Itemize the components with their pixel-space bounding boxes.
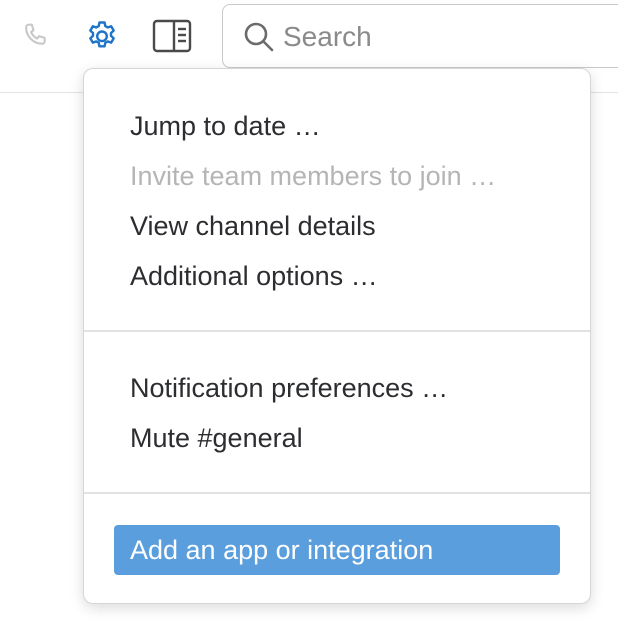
search-input[interactable] (283, 17, 603, 57)
search-box[interactable] (222, 4, 618, 68)
menu-divider (84, 330, 590, 332)
menu-item-add-app-integration[interactable]: Add an app or integration (114, 525, 560, 575)
menu-item-additional-options[interactable]: Additional options … (130, 256, 378, 296)
menu-item-notification-preferences[interactable]: Notification preferences … (130, 368, 448, 408)
search-icon (243, 21, 275, 58)
call-button[interactable] (16, 16, 56, 56)
gear-icon (84, 18, 120, 54)
menu-item-mute-channel[interactable]: Mute #general (130, 418, 303, 458)
phone-icon (20, 20, 52, 52)
menu-item-view-channel-details[interactable]: View channel details (130, 206, 376, 246)
menu-item-jump-to-date[interactable]: Jump to date … (130, 106, 321, 146)
channel-details-button[interactable] (152, 16, 192, 56)
sidebar-panel-icon (152, 19, 192, 53)
menu-item-invite-team-members: Invite team members to join … (130, 161, 497, 191)
channel-settings-menu: Jump to date … Invite team members to jo… (83, 68, 591, 604)
menu-divider (84, 492, 590, 494)
channel-settings-button[interactable] (82, 16, 122, 56)
